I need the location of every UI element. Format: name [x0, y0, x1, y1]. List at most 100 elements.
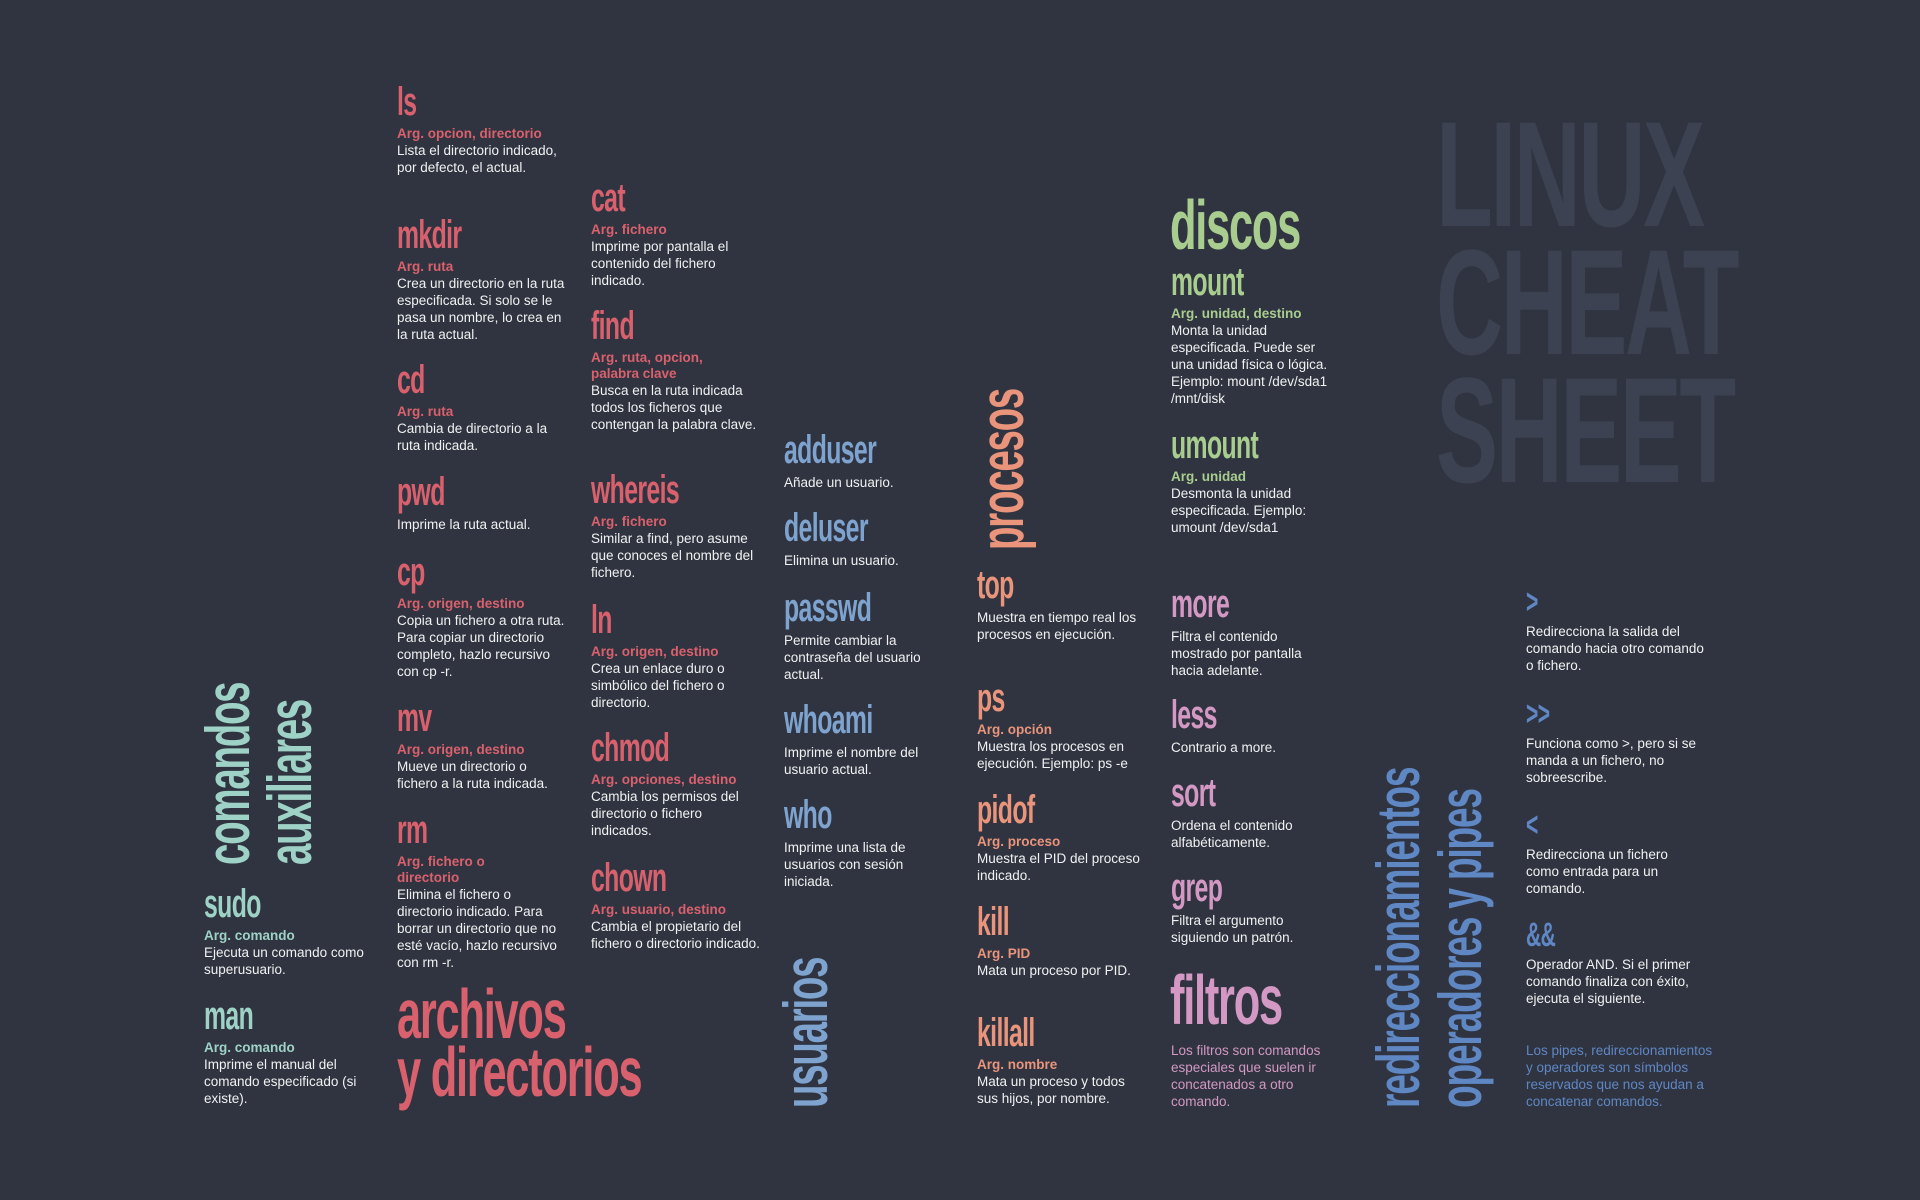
command-cat: cat Arg. fichero Imprime por pantalla el…	[591, 178, 761, 289]
section-title-usuarios: usuarios	[772, 958, 841, 1108]
operator-desc: Redirecciona un fichero como entrada par…	[1526, 847, 1668, 896]
section-title-archivos: archivos y directorios	[397, 979, 643, 1107]
command-name: ln	[591, 598, 612, 642]
command-arg: Arg. comando	[204, 1040, 295, 1055]
command-arg: Arg. unidad	[1171, 469, 1246, 484]
command-desc: Cambia los permisos del directorio o fic…	[591, 789, 739, 838]
command-desc: Filtra el contenido mostrado por pantall…	[1171, 629, 1302, 678]
command-name: sudo	[204, 882, 261, 926]
command-name: man	[204, 994, 254, 1038]
section-title-filtros: filtros	[1170, 965, 1283, 1035]
section-title-procesos-label: procesos	[968, 389, 1037, 550]
title-line-3: SHEET	[1436, 346, 1736, 514]
operator-desc: Funciona como >, pero si se manda a un f…	[1526, 736, 1696, 785]
command-man: man Arg. comando Imprime el manual del c…	[204, 996, 374, 1107]
command-name: mount	[1171, 260, 1244, 304]
command-pwd: pwd Imprime la ruta actual.	[397, 472, 567, 533]
command-arg: Arg. fichero o directorio	[397, 854, 485, 885]
command-arg: Arg. opción	[977, 722, 1052, 737]
filtros-note-text: Los filtros son comandos especiales que …	[1171, 1043, 1321, 1109]
command-arg: Arg. comando	[204, 928, 295, 943]
command-desc: Imprime la ruta actual.	[397, 517, 531, 532]
command-desc: Monta la unidad especificada. Puede ser …	[1171, 323, 1328, 406]
cheat-sheet-title: LINUX CHEAT SHEET	[1436, 99, 1740, 514]
command-name: deluser	[784, 506, 869, 550]
command-arg: Arg. ruta	[397, 404, 454, 419]
command-name: cp	[397, 550, 425, 594]
command-kill: kill Arg. PID Mata un proceso por PID.	[977, 902, 1147, 979]
command-name: ps	[977, 676, 1005, 720]
command-desc: Muestra en tiempo real los procesos en e…	[977, 610, 1137, 642]
command-mount: mount Arg. unidad, destino Monta la unid…	[1171, 262, 1331, 407]
command-name: chmod	[591, 726, 670, 770]
command-ln: ln Arg. origen, destino Crea un enlace d…	[591, 600, 761, 711]
command-sudo: sudo Arg. comando Ejecuta un comando com…	[204, 884, 364, 978]
command-desc: Muestra el PID del proceso indicado.	[977, 851, 1140, 883]
operator-symbol: >>	[1526, 695, 1550, 733]
command-name: whoami	[784, 698, 873, 742]
command-desc: Copia un fichero a otra ruta. Para copia…	[397, 613, 565, 679]
command-cp: cp Arg. origen, destino Copia un fichero…	[397, 552, 567, 680]
section-title-auxiliares-line2: auxiliares	[256, 700, 325, 865]
section-title-procesos: procesos	[968, 389, 1037, 550]
operator-symbol: <	[1526, 806, 1538, 844]
command-deluser: deluser Elimina un usuario.	[784, 508, 944, 569]
redirecciones-note-text: Los pipes, redireccionamientos y operado…	[1526, 1043, 1713, 1109]
command-name: less	[1171, 693, 1217, 737]
command-whereis: whereis Arg. fichero Similar a find, per…	[591, 470, 761, 581]
command-name: pwd	[397, 470, 445, 514]
command-who: who Imprime una lista de usuarios con se…	[784, 795, 944, 890]
command-desc: Permite cambiar la contraseña del usuari…	[784, 633, 921, 682]
command-arg: Arg. proceso	[977, 834, 1061, 849]
command-desc: Añade un usuario.	[784, 475, 894, 490]
operator-symbol: >	[1526, 583, 1538, 621]
command-desc: Lista el directorio indicado, por defect…	[397, 143, 557, 175]
command-name: find	[591, 304, 635, 348]
section-title-discos: discos	[1170, 190, 1301, 260]
command-name: more	[1171, 582, 1230, 626]
operator-desc: Redirecciona la salida del comando hacia…	[1526, 624, 1704, 673]
command-top: top Muestra en tiempo real los procesos …	[977, 565, 1147, 643]
section-title-usuarios-label: usuarios	[772, 957, 841, 1108]
command-rm: rm Arg. fichero o directorio Elimina el …	[397, 810, 567, 971]
command-more: more Filtra el contenido mostrado por pa…	[1171, 584, 1331, 679]
command-desc: Crea un directorio en la ruta especifica…	[397, 276, 565, 342]
operator-redirect-in: < Redirecciona un fichero como entrada p…	[1526, 808, 1696, 897]
command-name: passwd	[784, 586, 872, 630]
command-desc: Cambia de directorio a la ruta indicada.	[397, 421, 548, 453]
command-name: chown	[591, 856, 667, 900]
command-desc: Mueve un directorio o fichero a la ruta …	[397, 759, 548, 791]
command-desc: Ordena el contenido alfabéticamente.	[1171, 818, 1293, 850]
command-arg: Arg. origen, destino	[397, 596, 525, 611]
operator-redirect-out: > Redirecciona la salida del comando hac…	[1526, 585, 1706, 674]
filtros-note: Los filtros son comandos especiales que …	[1171, 1042, 1346, 1110]
operator-append: >> Funciona como >, pero si se manda a u…	[1526, 697, 1696, 786]
section-title-archivos-line2: y directorios	[397, 1033, 643, 1111]
command-sort: sort Ordena el contenido alfabéticamente…	[1171, 773, 1331, 851]
command-arg: Arg. unidad, destino	[1171, 306, 1302, 321]
command-pidof: pidof Arg. proceso Muestra el PID del pr…	[977, 790, 1147, 884]
command-desc: Elimina un usuario.	[784, 553, 899, 568]
command-desc: Imprime una lista de usuarios con sesión…	[784, 840, 906, 889]
section-title-auxiliares: comandos auxiliares	[194, 683, 325, 865]
command-desc: Imprime el nombre del usuario actual.	[784, 745, 919, 777]
command-find: find Arg. ruta, opcion, palabra clave Bu…	[591, 306, 761, 433]
command-arg: Arg. ruta, opcion, palabra clave	[591, 350, 703, 381]
command-grep: grep Filtra el argumento siguiendo un pa…	[1171, 868, 1331, 946]
command-desc: Elimina el fichero o directorio indicado…	[397, 887, 557, 970]
section-title-auxiliares-line1: comandos	[194, 682, 263, 865]
command-desc: Imprime por pantalla el contenido del fi…	[591, 239, 729, 288]
command-arg: Arg. PID	[977, 946, 1031, 961]
command-arg: Arg. usuario, destino	[591, 902, 727, 917]
command-name: cd	[397, 358, 425, 402]
operator-desc: Operador AND. Si el primer comando final…	[1526, 957, 1691, 1006]
command-desc: Crea un enlace duro o simbólico del fich…	[591, 661, 725, 710]
command-desc: Desmonta la unidad especificada. Ejemplo…	[1171, 486, 1307, 535]
command-mv: mv Arg. origen, destino Mueve un directo…	[397, 698, 567, 792]
command-desc: Muestra los procesos en ejecución. Ejemp…	[977, 739, 1128, 771]
command-name: mv	[397, 696, 432, 740]
command-name: rm	[397, 808, 428, 852]
command-arg: Arg. fichero	[591, 514, 667, 529]
command-name: adduser	[784, 428, 877, 472]
command-passwd: passwd Permite cambiar la contraseña del…	[784, 588, 944, 683]
